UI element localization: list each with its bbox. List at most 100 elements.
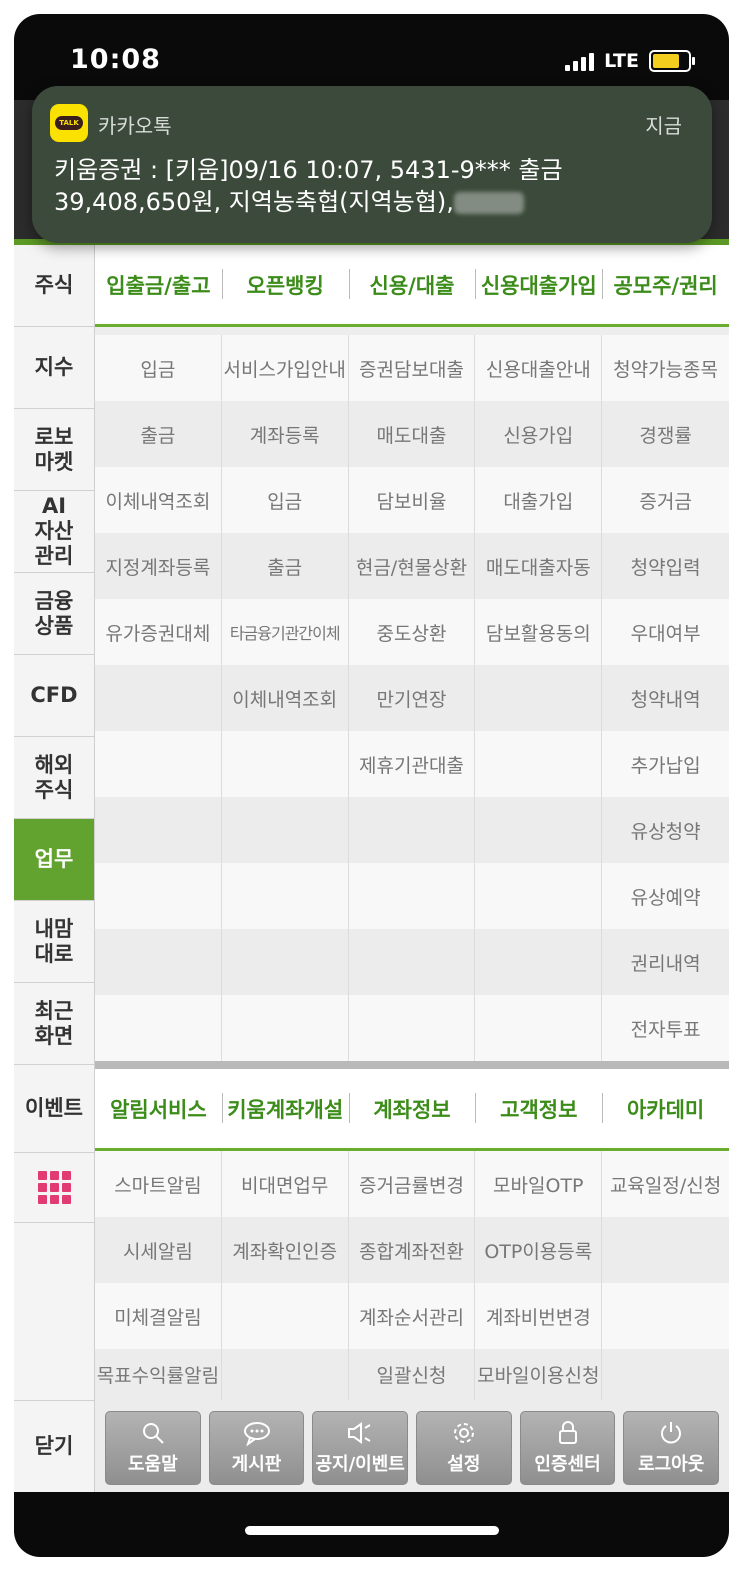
- menu-item: [95, 995, 222, 1061]
- menu-row: 지정계좌등록 출금 현금/현물상환 매도대출자동 청약입력: [95, 533, 729, 599]
- menu-item[interactable]: 담보비율: [349, 467, 476, 533]
- menu-item[interactable]: 매도대출: [349, 401, 476, 467]
- header-account-info[interactable]: 계좌정보: [348, 1069, 476, 1148]
- menu-item[interactable]: 증거금: [602, 467, 729, 533]
- menu-item[interactable]: 교육일정/신청: [602, 1151, 729, 1217]
- menu-item[interactable]: 이체내역조회: [95, 467, 222, 533]
- menu-item[interactable]: 매도대출자동: [475, 533, 603, 599]
- menu-item[interactable]: 현금/현물상환: [349, 533, 476, 599]
- menu-item: [95, 731, 222, 797]
- board-button[interactable]: 게시판: [208, 1411, 305, 1485]
- menu-item[interactable]: 입금: [95, 335, 222, 401]
- menu-item[interactable]: 대출가입: [475, 467, 603, 533]
- menu-item[interactable]: 신용가입: [475, 401, 603, 467]
- auth-center-button[interactable]: 인증센터: [519, 1411, 616, 1485]
- battery-icon: [649, 50, 695, 72]
- close-button[interactable]: 닫기: [14, 1400, 94, 1492]
- menu-item: [222, 929, 349, 995]
- sidebar-item-index[interactable]: 지수: [14, 327, 94, 409]
- menu-item[interactable]: 유상청약: [602, 797, 729, 863]
- header-customer-info[interactable]: 고객정보: [475, 1069, 602, 1148]
- menu-item: [95, 863, 222, 929]
- notification-line-2: 39,408,650원, 지역농축협(지역농협),: [54, 186, 694, 218]
- sidebar-item-business[interactable]: 업무: [14, 819, 94, 901]
- menu-row: 이체내역조회 만기연장 청약내역: [95, 665, 729, 731]
- help-button[interactable]: 도움말: [105, 1411, 201, 1485]
- sidebar-item-cfd[interactable]: CFD: [14, 655, 94, 737]
- menu-item[interactable]: OTP이용등록: [475, 1217, 603, 1283]
- phone-frame: 10:08 LTE 주식 지수 로보 마켓 AI 자산 관리 금융 상품 CFD…: [0, 0, 743, 1571]
- menu-item: [349, 995, 476, 1061]
- menu-item[interactable]: 만기연장: [349, 665, 476, 731]
- menu-item[interactable]: 종합계좌전환: [349, 1217, 476, 1283]
- sidebar-item-recent[interactable]: 최근 화면: [14, 983, 94, 1065]
- menu-item[interactable]: 청약내역: [602, 665, 729, 731]
- sidebar-item-stock[interactable]: 주식: [14, 245, 94, 327]
- menu-item[interactable]: 출금: [95, 401, 222, 467]
- kakaotalk-notification[interactable]: TALK 카카오톡 지금 키움증권 : [키움]09/16 10:07, 543…: [32, 86, 712, 243]
- menu-item[interactable]: 시세알림: [95, 1217, 222, 1283]
- menu-item[interactable]: 서비스가입안내: [222, 335, 349, 401]
- menu-row: 유가증권대체 타금융기관간이체 중도상환 담보활용동의 우대여부: [95, 599, 729, 665]
- menu-item[interactable]: 신용대출안내: [475, 335, 603, 401]
- menu-item[interactable]: 모바일OTP: [475, 1151, 603, 1217]
- notification-message: 키움증권 : [키움]09/16 10:07, 5431-9*** 출금 39,…: [54, 154, 694, 218]
- menu-item: [475, 929, 603, 995]
- sidebar-item-event[interactable]: 이벤트: [14, 1065, 94, 1153]
- menu-item[interactable]: 일괄신청: [349, 1349, 476, 1400]
- menu-row: 유상청약: [95, 797, 729, 863]
- sidebar-item-financial-products[interactable]: 금융 상품: [14, 573, 94, 655]
- menu-item[interactable]: 계좌순서관리: [349, 1283, 476, 1349]
- auth-center-button-label: 인증센터: [534, 1454, 601, 1475]
- header-credit-loan-join[interactable]: 신용대출가입: [475, 245, 602, 324]
- header-open-banking[interactable]: 오픈뱅킹: [221, 245, 349, 324]
- menu-item[interactable]: 청약입력: [602, 533, 729, 599]
- lock-icon: [558, 1421, 577, 1444]
- menu-item[interactable]: 모바일이용신청: [475, 1349, 603, 1400]
- menu-item[interactable]: 유가증권대체: [95, 599, 222, 665]
- menu-item[interactable]: 이체내역조회: [222, 665, 349, 731]
- menu-item[interactable]: 권리내역: [602, 929, 729, 995]
- menu-item[interactable]: 유상예약: [602, 863, 729, 929]
- menu-item[interactable]: 비대면업무: [222, 1151, 349, 1217]
- menu-item[interactable]: 계좌비번변경: [475, 1283, 603, 1349]
- menu-item[interactable]: 계좌등록: [222, 401, 349, 467]
- menu-item[interactable]: 제휴기관대출: [349, 731, 476, 797]
- menu-item[interactable]: 청약가능종목: [602, 335, 729, 401]
- notice-event-button[interactable]: 공지/이벤트: [312, 1411, 409, 1485]
- redacted-name: [453, 192, 524, 214]
- header-credit-loan[interactable]: 신용/대출: [348, 245, 476, 324]
- menu-item[interactable]: 추가납입: [602, 731, 729, 797]
- menu-item[interactable]: 담보활용동의: [475, 599, 603, 665]
- menu-item[interactable]: 우대여부: [602, 599, 729, 665]
- header-academy[interactable]: 아카데미: [602, 1069, 729, 1148]
- menu-item[interactable]: 지정계좌등록: [95, 533, 222, 599]
- logout-button[interactable]: 로그아웃: [623, 1411, 720, 1485]
- home-indicator[interactable]: [245, 1526, 499, 1535]
- menu-item[interactable]: 전자투표: [602, 995, 729, 1061]
- settings-button[interactable]: 설정: [416, 1411, 512, 1485]
- menu-item[interactable]: 타금융기관간이체: [222, 599, 349, 665]
- sidebar-item-robo-market[interactable]: 로보 마켓: [14, 409, 94, 491]
- menu-item[interactable]: 스마트알림: [95, 1151, 222, 1217]
- menu-item[interactable]: 계좌확인인증: [222, 1217, 349, 1283]
- menu-item[interactable]: 입금: [222, 467, 349, 533]
- sidebar-item-ai-asset[interactable]: AI 자산 관리: [14, 491, 94, 573]
- menu-item[interactable]: 미체결알림: [95, 1283, 222, 1349]
- menu-item: [349, 929, 476, 995]
- menu-item[interactable]: 출금: [222, 533, 349, 599]
- menu-item: [222, 1349, 349, 1400]
- notification-app-name: 카카오톡: [98, 114, 172, 138]
- sidebar-item-custom[interactable]: 내맘 대로: [14, 901, 94, 983]
- header-account-opening[interactable]: 키움계좌개설: [221, 1069, 349, 1148]
- header-deposit-withdraw[interactable]: 입출금/출고: [95, 245, 222, 324]
- menu-item[interactable]: 중도상환: [349, 599, 476, 665]
- header-ipo-rights[interactable]: 공모주/권리: [602, 245, 729, 324]
- menu-item[interactable]: 증권담보대출: [349, 335, 476, 401]
- menu-item[interactable]: 증거금률변경: [349, 1151, 476, 1217]
- menu-item[interactable]: 목표수익률알림: [95, 1349, 222, 1400]
- header-alert-service[interactable]: 알림서비스: [95, 1069, 222, 1148]
- menu-item[interactable]: 경쟁률: [602, 401, 729, 467]
- sidebar-item-overseas-stock[interactable]: 해외 주식: [14, 737, 94, 819]
- sidebar-item-menu-grid[interactable]: [14, 1153, 94, 1223]
